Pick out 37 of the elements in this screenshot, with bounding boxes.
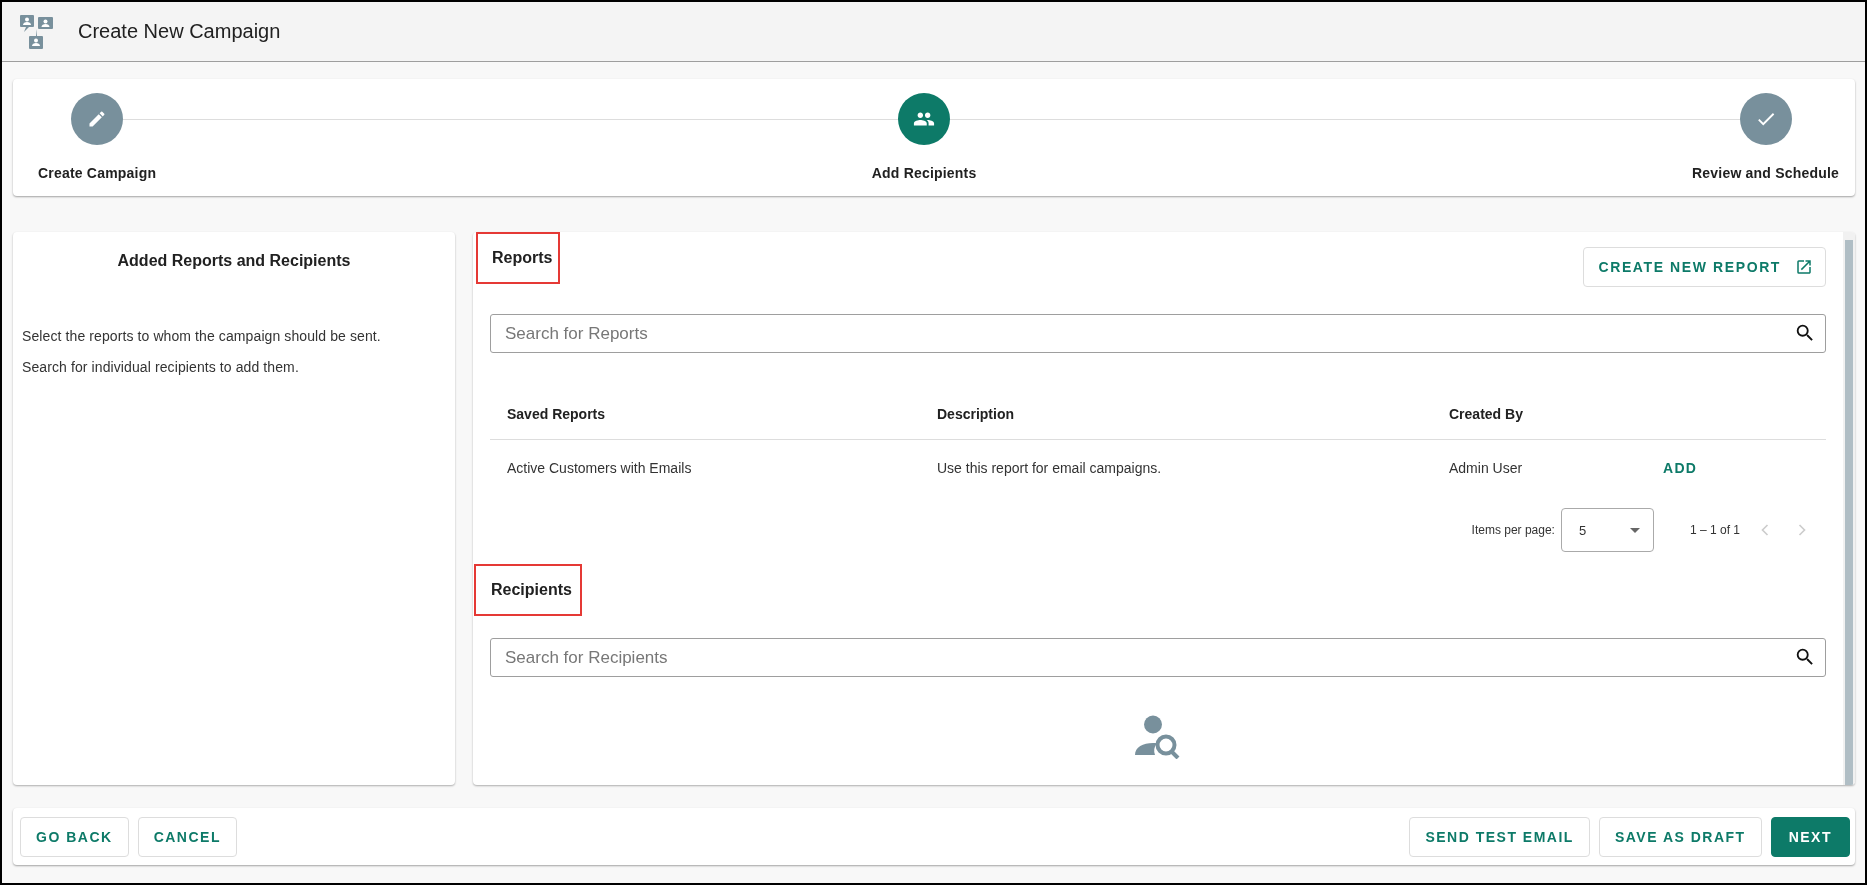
page-size-select[interactable]: 5 xyxy=(1560,508,1654,552)
footer-button[interactable]: CANCEL xyxy=(137,816,237,857)
help-text: Search for individual recipients to add them. xyxy=(22,359,300,375)
search-icon[interactable] xyxy=(1794,322,1816,344)
footer-button[interactable]: SEND TEST EMAIL xyxy=(1409,816,1590,857)
scrollbar[interactable] xyxy=(1843,232,1855,785)
step-label: Review and Schedule xyxy=(1692,165,1839,181)
step-label: Add Recipients xyxy=(871,165,977,181)
person-search-icon xyxy=(1135,715,1181,759)
help-text: Select the reports to whom the campaign should be sent. xyxy=(22,328,382,344)
footer-button[interactable]: GO BACK xyxy=(20,816,129,857)
column-header: Created By xyxy=(1432,389,1656,440)
search-field[interactable]: Search for Recipients xyxy=(490,638,1826,677)
search-icon[interactable] xyxy=(1794,646,1816,668)
add-link[interactable]: ADD xyxy=(1656,460,1698,476)
column-header: Saved Reports xyxy=(490,389,920,440)
dropdown-icon xyxy=(1629,527,1640,533)
external-link-icon xyxy=(1795,258,1813,276)
footer-button[interactable]: SAVE AS DRAFT xyxy=(1598,816,1762,857)
campaign-icon xyxy=(18,12,56,51)
page-size-label: Items per page: xyxy=(1471,523,1555,537)
footer-button[interactable]: NEXT xyxy=(1770,816,1850,857)
table-cell-text: Admin User xyxy=(1448,459,1524,478)
section-title: Recipients xyxy=(491,581,572,599)
page-title: Create New Campaign xyxy=(78,20,281,43)
table-cell-text: Active Customers with Emails xyxy=(506,459,693,478)
column-header: Description xyxy=(920,389,1432,440)
page-range: 1 – 1 of 1 xyxy=(1689,523,1740,537)
search-field[interactable]: Search for Reports xyxy=(490,314,1826,353)
section-title: Reports xyxy=(492,249,553,267)
create-report-button[interactable]: CREATE NEW REPORT xyxy=(1582,247,1826,287)
step-circle[interactable] xyxy=(71,93,124,145)
step-circle[interactable] xyxy=(898,93,951,145)
step-label: Create Campaign xyxy=(38,165,157,181)
step-circle[interactable] xyxy=(1739,93,1792,145)
table-cell-text: Use this report for email campaigns. xyxy=(936,459,1163,478)
panel-title: Added Reports and Recipients xyxy=(116,252,352,270)
